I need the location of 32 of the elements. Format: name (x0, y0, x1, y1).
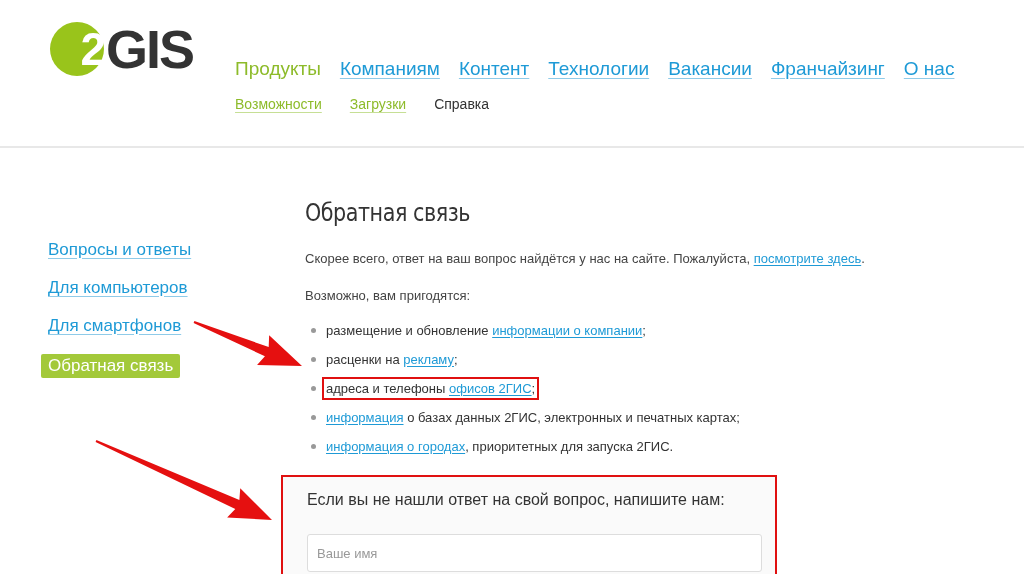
nav-link[interactable]: О нас (903, 58, 955, 80)
link[interactable]: рекламу (403, 351, 454, 367)
bullet-icon (311, 414, 316, 420)
subnav-link[interactable]: Справка (434, 96, 490, 112)
bullet-icon (311, 327, 316, 333)
highlighted-list-item: адреса и телефоны офисов 2ГИС; (322, 376, 540, 400)
bullet-icon (311, 385, 316, 391)
nav-link[interactable]: Технологии (548, 58, 650, 80)
list-item: размещение и обновление информации о компании; (325, 321, 647, 340)
bullet-icon (311, 356, 316, 362)
subnav-link[interactable]: Загрузки (349, 96, 407, 112)
intro-text: Скорее всего, ответ на ваш вопрос найдётся у нас на сайте. Пожалуйста, посмотрите здесь. (305, 251, 865, 266)
bullet-icon (311, 443, 316, 449)
page-title: Обратная связь (305, 198, 471, 227)
sidebar-item[interactable]: Вопросы и ответы (41, 240, 199, 260)
list-item: расценки на рекламу; (325, 350, 459, 369)
link[interactable]: информация (326, 409, 404, 425)
sidebar-item[interactable]: Для смартфонов (41, 316, 189, 336)
list-heading: Возможно, вам пригодятся: (305, 288, 472, 303)
nav-link[interactable]: Вакансии (668, 58, 752, 80)
link[interactable]: офисов 2ГИС (449, 380, 532, 396)
nav-link[interactable]: Контент (458, 58, 530, 80)
sidebar-item[interactable]: Для компьютеров (41, 278, 195, 298)
name-field[interactable]: Ваше имя (307, 534, 762, 572)
subnav-link[interactable]: Возможности (235, 96, 322, 112)
list-item: информация о городах, приоритетных для запуска 2ГИС. (325, 437, 675, 456)
nav-link[interactable]: Продукты (235, 58, 321, 80)
sidebar-item[interactable]: Обратная связь (41, 354, 181, 378)
nav-link[interactable]: Компаниям (339, 58, 440, 80)
list-item: информация о базах данных 2ГИС, электронных и печатных картах; (325, 408, 741, 427)
nav-link[interactable]: Франчайзинг (770, 58, 885, 80)
form-title: Если вы не нашли ответ на свой вопрос, напишите нам: (307, 491, 726, 509)
